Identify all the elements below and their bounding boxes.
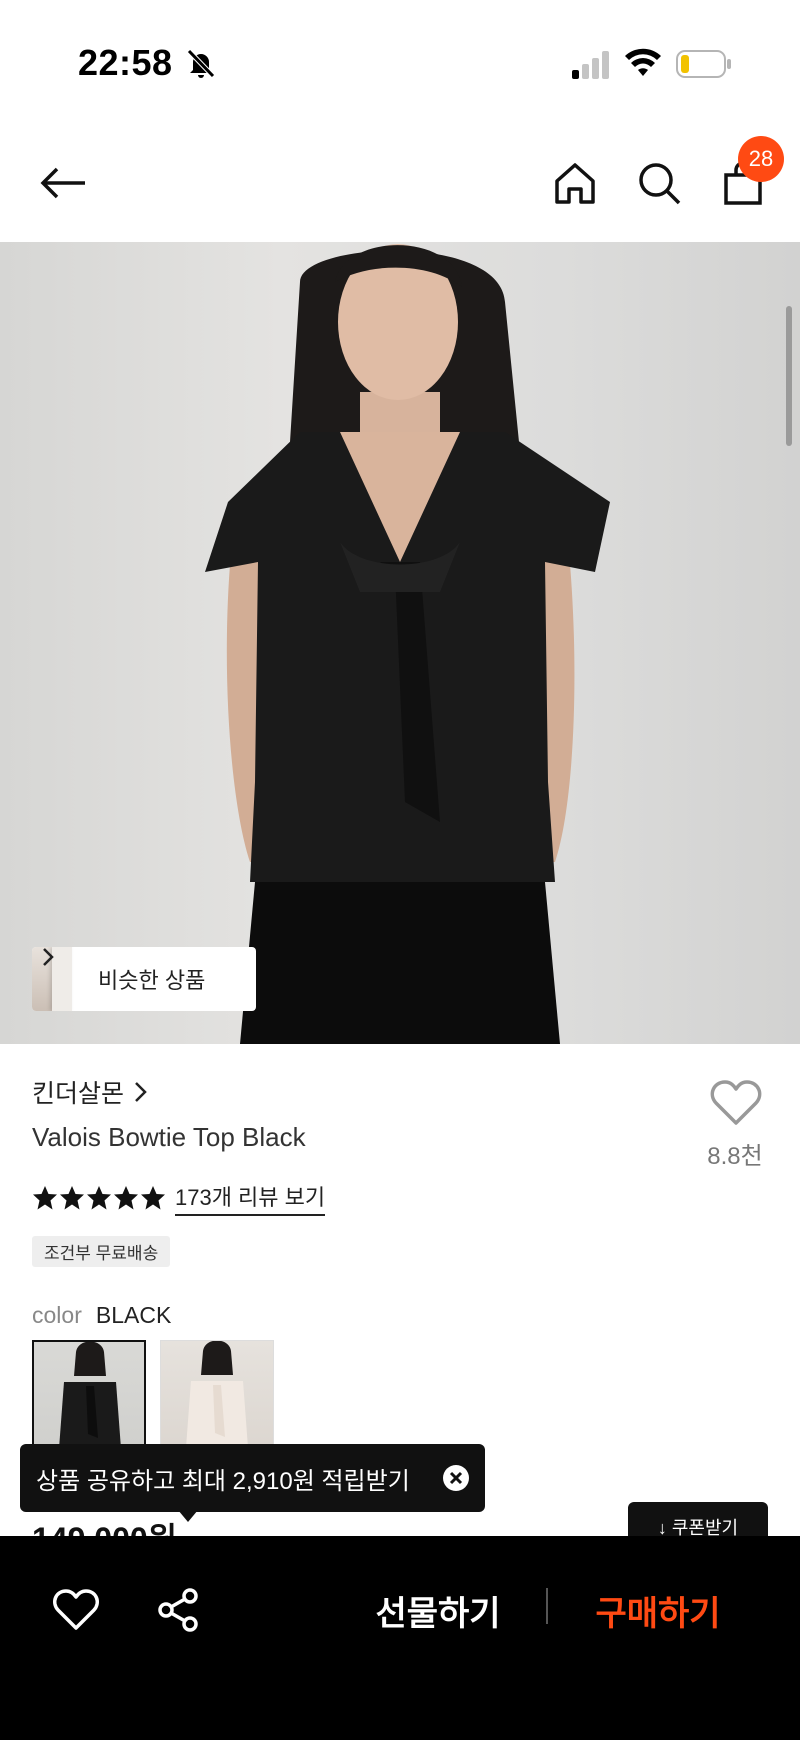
color-swatch-black[interactable] <box>32 1340 146 1460</box>
star-icon <box>87 1186 111 1210</box>
star-icon <box>141 1186 165 1210</box>
cart-count-badge: 28 <box>738 136 784 182</box>
gift-button[interactable]: 선물하기 <box>340 1580 536 1640</box>
bottom-action-bar: 선물하기 구매하기 <box>0 1536 800 1740</box>
color-swatch-ivory[interactable] <box>160 1340 274 1460</box>
color-selector-label: color BLACK <box>32 1302 171 1329</box>
top-nav-bar: 28 <box>0 120 800 242</box>
search-icon <box>639 163 681 205</box>
swatch-photo <box>58 1342 122 1458</box>
cellular-signal-icon <box>572 51 609 79</box>
chevron-right-icon <box>43 948 54 966</box>
similar-products-button[interactable]: 비슷한 상품 <box>32 947 256 1011</box>
bell-off-icon <box>187 49 215 78</box>
like-button[interactable] <box>710 1080 762 1126</box>
back-arrow-icon <box>40 167 85 199</box>
close-icon[interactable] <box>443 1465 469 1491</box>
share-icon[interactable] <box>154 1586 202 1634</box>
status-bar: 22:58 <box>0 0 800 120</box>
divider <box>546 1588 548 1624</box>
chevron-right-icon <box>135 1082 147 1102</box>
toast-text: 상품 공유하고 최대 2,910원 적립받기 <box>36 1467 410 1495</box>
star-icon <box>33 1186 57 1210</box>
model-photo <box>205 244 610 1044</box>
product-title: Valois Bowtie Top Black <box>32 1122 306 1152</box>
home-button[interactable] <box>548 156 602 210</box>
wifi-icon <box>625 48 661 76</box>
brand-name: 킨더살몬 <box>32 1080 125 1108</box>
share-reward-toast[interactable]: 상품 공유하고 최대 2,910원 적립받기 <box>20 1444 485 1522</box>
like-count: 8.8천 <box>707 1143 763 1170</box>
product-image[interactable]: 비슷한 상품 <box>0 242 800 1044</box>
swatch-photo <box>185 1341 249 1459</box>
star-icon <box>60 1186 84 1210</box>
similar-products-label: 비슷한 상품 <box>98 968 206 993</box>
search-button[interactable] <box>632 156 686 210</box>
heart-icon[interactable] <box>52 1586 100 1634</box>
review-link[interactable]: 173개 리뷰 보기 <box>175 1180 326 1216</box>
scroll-indicator[interactable] <box>786 306 792 446</box>
shipping-badge: 조건부 무료배송 <box>32 1236 171 1267</box>
brand-link[interactable]: 킨더살몬 <box>32 1074 148 1110</box>
color-value: BLACK <box>95 1302 172 1328</box>
status-time: 22:58 <box>78 42 173 83</box>
star-icon <box>114 1186 138 1210</box>
color-label: color <box>32 1302 82 1328</box>
back-button[interactable] <box>36 156 90 210</box>
buy-button[interactable]: 구매하기 <box>560 1580 756 1640</box>
battery-icon <box>676 50 731 78</box>
toast-tail <box>178 1510 198 1522</box>
home-icon <box>555 163 595 204</box>
rating-row: 173개 리뷰 보기 <box>32 1180 326 1216</box>
